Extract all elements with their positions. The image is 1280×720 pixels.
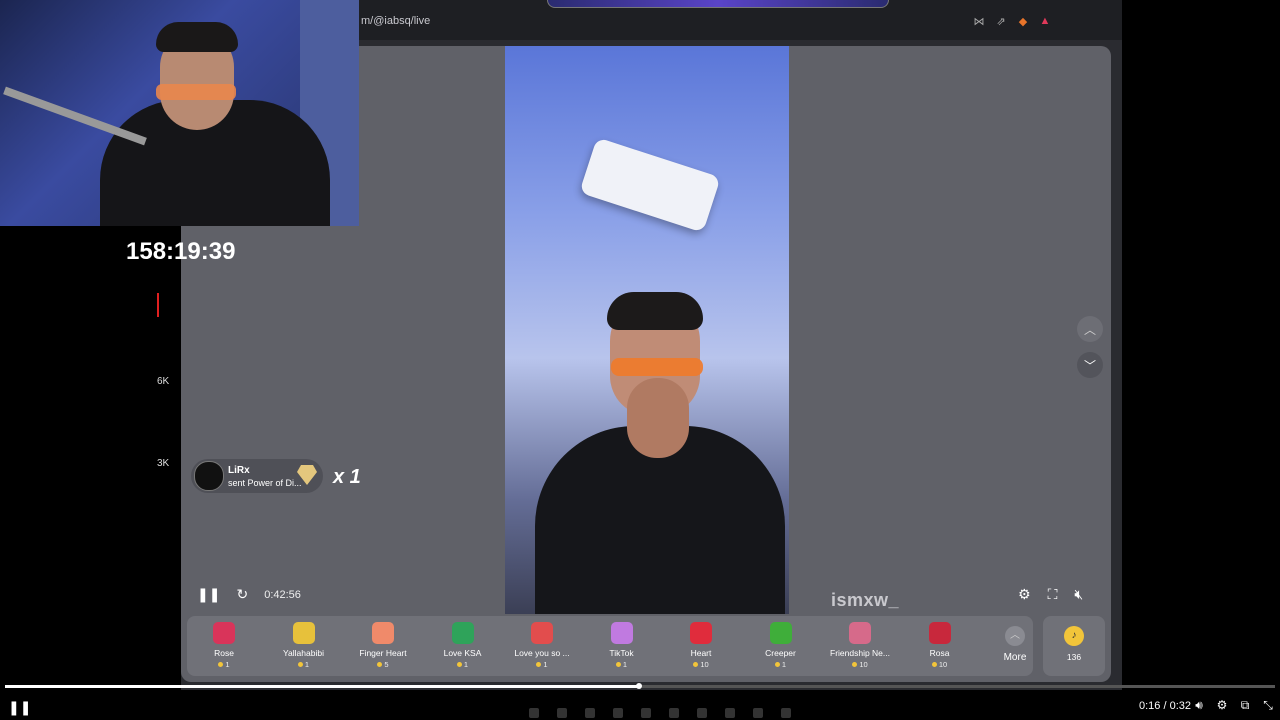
gift-notification: LiRx sent Power of Di... — [191, 459, 323, 493]
gift-price: 10 — [905, 660, 975, 669]
gift-icon — [769, 622, 792, 644]
taskbar-ghost — [460, 708, 860, 720]
shield-icon[interactable]: ◆ — [1016, 14, 1030, 28]
pause-button[interactable]: ❚❚ — [8, 699, 31, 716]
avatar — [194, 461, 224, 491]
more-gifts-button[interactable]: ︿ More — [993, 626, 1037, 663]
settings-icon[interactable]: ⚙ — [1018, 586, 1031, 603]
gift-price: 1 — [428, 660, 498, 669]
chevron-down-icon[interactable]: ﹀ — [1077, 352, 1103, 378]
gift-name: Creeper — [765, 648, 796, 658]
gift-item[interactable]: Heart 10 — [666, 622, 736, 669]
air-conditioner-image — [579, 137, 721, 233]
gift-price: 10 — [825, 660, 895, 669]
gift-name: Friendship Ne... — [830, 648, 890, 658]
elapsed-time: 0:42:56 — [264, 588, 301, 601]
gift-bar: Rosa 10 Friendship Ne... 10 Creeper 1 Heart 10 T… — [187, 616, 1033, 676]
player-right-controls: ⚙ ⛶ 🔇︎ — [1018, 586, 1083, 603]
chevron-up-icon[interactable]: ︿ — [1077, 316, 1103, 342]
axis-label-6k: 6K — [157, 376, 170, 387]
gift-item[interactable]: Finger Heart 5 — [348, 622, 418, 669]
gift-item[interactable]: TikTok 1 — [587, 622, 657, 669]
subscriber-banner — [547, 0, 889, 8]
gift-price: 5 — [348, 660, 418, 669]
gift-price: 10 — [666, 660, 736, 669]
gift-name: Love KSA — [443, 648, 482, 658]
axis-label-3k: 3K — [157, 458, 170, 469]
gift-name: Heart — [690, 648, 712, 658]
webcam-overlay — [0, 0, 359, 226]
gift-name: Rosa — [929, 648, 950, 658]
gift-name: Love you so ... — [514, 648, 570, 658]
refresh-icon[interactable]: ↻ — [236, 586, 248, 603]
fullscreen-icon[interactable]: ⛶ — [1048, 586, 1058, 603]
extension-icon[interactable]: ⋈ — [972, 14, 986, 28]
progress-fill — [5, 685, 640, 688]
live-video[interactable] — [505, 46, 789, 614]
gift-name: Finger Heart — [359, 648, 407, 658]
gift-combo: x 1 — [333, 466, 361, 488]
player-controls: ❚❚ ↻ 0:42:56 — [197, 586, 301, 603]
address-bar[interactable]: m/@iabsq/live — [361, 15, 430, 27]
more-label: More — [1003, 652, 1027, 663]
watermark: ismxw_ — [831, 590, 900, 610]
playback-time: 0:16 / 0:32 — [1139, 700, 1191, 712]
coin-count: 136 — [1066, 652, 1082, 662]
mute-icon[interactable]: 🔇︎ — [1074, 586, 1083, 603]
gift-item[interactable]: Yallahabibi 1 — [269, 622, 339, 669]
pip-icon[interactable]: ⧉ — [1238, 698, 1252, 713]
gift-item[interactable]: Friendship Ne... 10 — [825, 622, 895, 669]
gift-price: 1 — [746, 660, 816, 669]
stream-timer: 158:19:39 — [126, 238, 236, 265]
coin-balance-button[interactable]: ♪ 136 — [1043, 616, 1105, 676]
video-nav: ︿ ﹀ — [1077, 316, 1103, 378]
gift-icon — [610, 622, 633, 644]
gift-item[interactable]: Creeper 1 — [746, 622, 816, 669]
gift-name: Rose — [214, 648, 234, 658]
pause-icon[interactable]: ❚❚ — [197, 586, 220, 603]
coin-icon: ♪ — [1064, 626, 1084, 646]
chevron-up-icon: ︿ — [1005, 626, 1025, 646]
gift-item[interactable]: Love you so ... 1 — [507, 622, 577, 669]
warning-icon[interactable]: ▲ — [1038, 14, 1052, 28]
browser-extensions: ⋈ ⇗ ◆ ▲ — [972, 14, 1052, 28]
gift-name: TikTok — [609, 648, 634, 658]
gift-name: Yallahabibi — [283, 648, 324, 658]
settings-icon[interactable]: ⚙ — [1215, 698, 1229, 713]
gift-icon — [928, 622, 951, 644]
gift-price: 1 — [587, 660, 657, 669]
gift-price: 1 — [189, 660, 259, 669]
gift-icon — [451, 622, 474, 644]
gift-icon — [690, 622, 712, 644]
gift-message: sent Power of Di... — [228, 477, 302, 488]
gift-icon — [213, 622, 235, 644]
gift-icon — [292, 622, 315, 644]
gift-sender-name: LiRx — [228, 464, 250, 476]
streamer-image — [515, 292, 785, 614]
red-marker — [157, 293, 159, 317]
share-icon[interactable]: ⇗ — [994, 14, 1008, 28]
microphone-arm-image — [3, 86, 147, 146]
gift-icon — [372, 622, 394, 644]
gift-item[interactable]: Rosa 10 — [905, 622, 975, 669]
exit-fullscreen-icon[interactable]: ⤡ — [1261, 698, 1275, 713]
progress-knob[interactable] — [636, 683, 642, 689]
gift-price: 1 — [269, 660, 339, 669]
volume-icon[interactable]: 🔊︎ — [1192, 698, 1206, 713]
player-bar-icons: 🔊︎ ⚙ ⧉ ⤡ — [1192, 698, 1275, 713]
gift-item[interactable]: Rose 1 — [189, 622, 259, 669]
gift-icon — [531, 622, 553, 644]
gift-icon — [849, 622, 871, 644]
gift-price: 1 — [507, 660, 577, 669]
progress-bar[interactable] — [5, 683, 1275, 689]
gift-item[interactable]: Love KSA 1 — [428, 622, 498, 669]
